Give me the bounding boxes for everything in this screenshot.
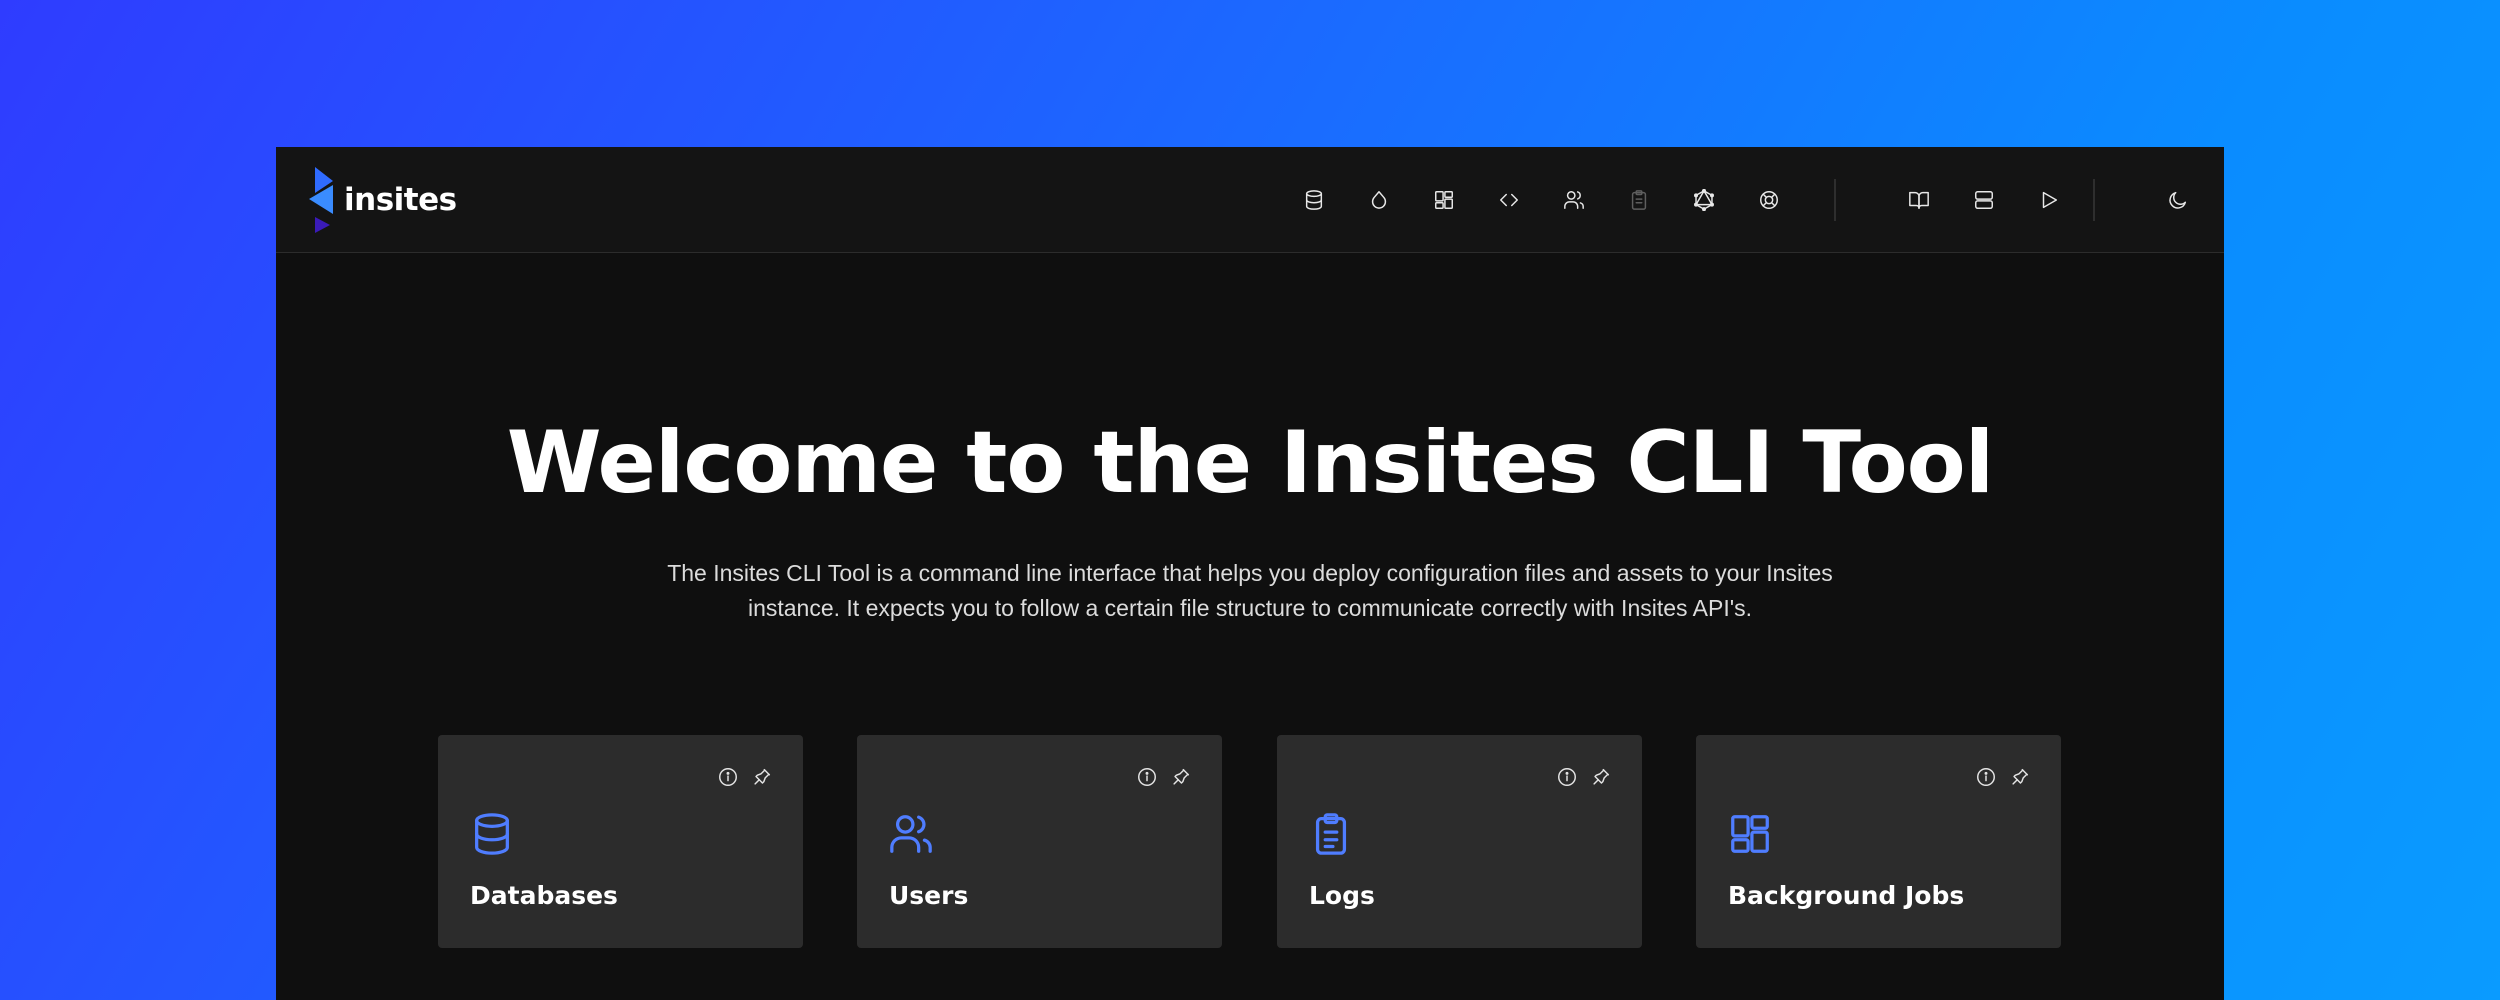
info-icon[interactable] — [1136, 766, 1158, 788]
insites-logo-icon — [309, 167, 333, 233]
clipboard-list-icon — [1308, 811, 1354, 857]
info-icon[interactable] — [717, 766, 739, 788]
code-icon — [1500, 193, 1518, 207]
droplet-icon — [1371, 191, 1387, 209]
nav-docs[interactable] — [1899, 180, 1939, 220]
nav-graphql[interactable] — [1684, 180, 1724, 220]
users-icon — [1564, 191, 1584, 209]
layout-dashboard-icon — [1727, 811, 1773, 857]
toolbar-divider — [1834, 179, 1836, 221]
nav-background-jobs[interactable] — [1424, 180, 1464, 220]
card-users[interactable]: Users — [857, 735, 1222, 948]
card-actions — [1136, 766, 1192, 788]
pin-icon[interactable] — [2009, 766, 2031, 788]
nav-logs[interactable] — [1619, 180, 1659, 220]
graphql-icon — [1694, 189, 1714, 211]
logo[interactable]: insites — [306, 167, 457, 233]
pin-icon[interactable] — [1170, 766, 1192, 788]
card-background-jobs[interactable]: Background Jobs — [1696, 735, 2061, 948]
card-actions — [1556, 766, 1612, 788]
life-buoy-icon — [1760, 191, 1778, 209]
top-navigation-bar: insites — [276, 147, 2224, 253]
layout-dashboard-icon — [1435, 191, 1453, 209]
book-open-icon — [1909, 191, 1929, 209]
card-title: Logs — [1309, 881, 1375, 910]
logo-text: insites — [344, 182, 457, 218]
page-title: Welcome to the Insites CLI Tool — [506, 413, 1994, 513]
play-icon — [2042, 191, 2058, 209]
card-actions — [717, 766, 773, 788]
nav-theme-toggle[interactable] — [2158, 180, 2198, 220]
pin-icon[interactable] — [751, 766, 773, 788]
card-title: Users — [889, 881, 969, 910]
card-title: Background Jobs — [1728, 881, 1965, 910]
info-icon[interactable] — [1975, 766, 1997, 788]
nav-run[interactable] — [2029, 180, 2069, 220]
toolbar-divider — [2093, 179, 2095, 221]
nav-users[interactable] — [1554, 180, 1594, 220]
page-description: The Insites CLI Tool is a command line i… — [667, 560, 1833, 621]
nav-databases[interactable] — [1294, 180, 1334, 220]
database-icon — [1305, 190, 1323, 210]
nav-code[interactable] — [1489, 180, 1529, 220]
moon-icon — [2169, 191, 2187, 209]
database-icon — [469, 811, 515, 857]
pin-icon[interactable] — [1590, 766, 1612, 788]
info-icon[interactable] — [1556, 766, 1578, 788]
nav-support[interactable] — [1749, 180, 1789, 220]
card-actions — [1975, 766, 2031, 788]
clipboard-icon — [1631, 190, 1647, 210]
server-icon — [1975, 191, 1993, 209]
nav-assets[interactable] — [1359, 180, 1399, 220]
card-databases[interactable]: Databases — [438, 735, 803, 948]
card-title: Databases — [470, 881, 618, 910]
card-logs[interactable]: Logs — [1277, 735, 1642, 948]
users-icon — [888, 811, 934, 857]
nav-instances[interactable] — [1964, 180, 2004, 220]
